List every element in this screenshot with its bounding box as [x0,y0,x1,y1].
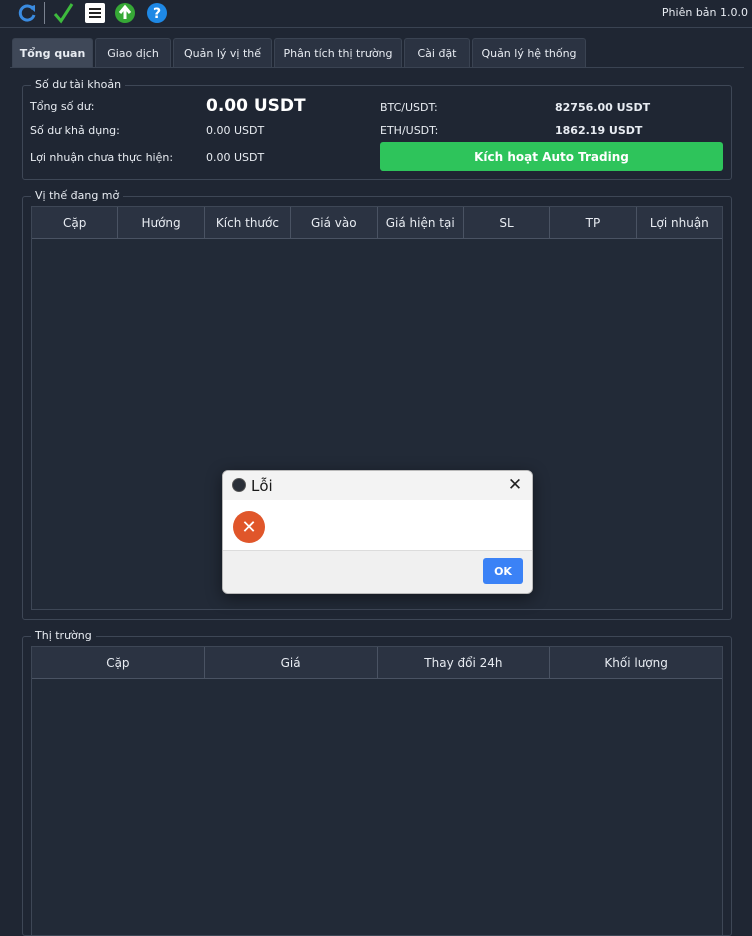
total-balance-label: Tổng số dư: [30,100,95,113]
tab-trading[interactable]: Giao dịch [95,38,171,68]
available-balance-label: Số dư khả dụng: [30,124,120,137]
market-table[interactable]: Cặp Giá Thay đổi 24h Khối lượng [31,646,723,936]
market-title: Thị trường [31,629,96,642]
ok-button[interactable]: OK [483,558,523,584]
refresh-icon[interactable] [15,1,39,25]
list-icon[interactable] [83,1,107,25]
tab-position-management[interactable]: Quản lý vị thế [173,38,272,68]
activate-auto-trading-button[interactable]: Kích hoạt Auto Trading [380,142,723,171]
tab-bar: Tổng quan Giao dịch Quản lý vị thế Phân … [0,38,752,68]
toolbar-separator [44,2,45,24]
open-positions-title: Vị thế đang mở [31,189,124,202]
column-size[interactable]: Kích thước [205,207,292,239]
tab-market-analysis[interactable]: Phân tích thị trường [274,38,402,68]
column-change-24h[interactable]: Thay đổi 24h [378,647,551,679]
tab-divider [10,67,744,68]
column-price[interactable]: Giá [205,647,378,679]
app-icon [232,478,246,492]
eth-price-label: ETH/USDT: [380,124,439,137]
column-entry-price[interactable]: Giá vào [291,207,378,239]
version-label: Phiên bản 1.0.0 [661,6,748,19]
column-current-price[interactable]: Giá hiện tại [378,207,464,239]
unrealized-pnl-value: 0.00 USDT [206,151,265,164]
total-balance-value: 0.00 USDT [206,96,306,116]
svg-text:?: ? [153,6,161,22]
upload-arrow-icon[interactable] [113,1,137,25]
tab-settings[interactable]: Cài đặt [404,38,470,68]
unrealized-pnl-label: Lợi nhuận chưa thực hiện: [30,151,174,164]
tab-system-management[interactable]: Quản lý hệ thống [472,38,586,68]
help-icon[interactable]: ? [145,1,169,25]
open-positions-header: Cặp Hướng Kích thước Giá vào Giá hiện tạ… [32,207,722,239]
column-direction[interactable]: Hướng [118,207,205,239]
btc-price-value: 82756.00 USDT [555,101,651,114]
column-pair[interactable]: Cặp [32,207,119,239]
column-volume[interactable]: Khối lượng [550,647,722,679]
available-balance-value: 0.00 USDT [206,124,265,137]
close-icon[interactable]: ✕ [505,475,525,495]
column-profit[interactable]: Lợi nhuận [637,207,722,239]
column-take-profit[interactable]: TP [550,207,637,239]
toolbar: ? Phiên bản 1.0.0 [0,0,752,28]
dialog-body [223,500,532,550]
dialog-title: Lỗi [251,477,273,495]
checkmark-icon[interactable] [51,1,75,25]
dialog-title-bar[interactable]: Lỗi ✕ [223,471,532,500]
error-dialog: Lỗi ✕ ✕ OK [222,470,533,594]
column-stop-loss[interactable]: SL [464,207,551,239]
btc-price-label: BTC/USDT: [380,101,438,114]
market-header: Cặp Giá Thay đổi 24h Khối lượng [32,647,722,679]
column-pair[interactable]: Cặp [32,647,205,679]
error-icon: ✕ [233,511,265,543]
eth-price-value: 1862.19 USDT [555,124,643,137]
tab-overview[interactable]: Tổng quan [12,38,93,68]
account-balance-title: Số dư tài khoản [31,78,126,91]
